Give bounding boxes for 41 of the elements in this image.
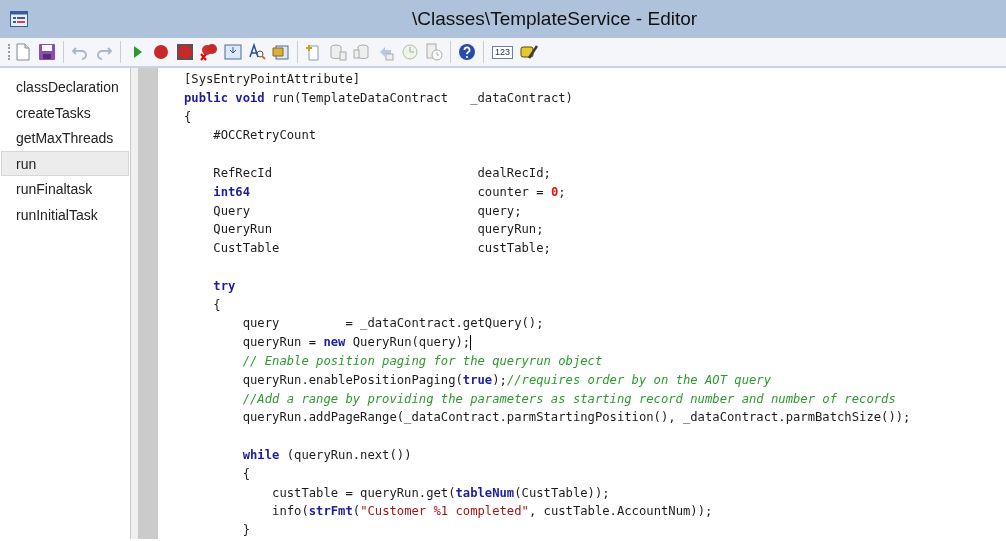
editor-app-icon[interactable] bbox=[10, 11, 28, 27]
help-icon[interactable] bbox=[457, 42, 477, 62]
database-icon[interactable] bbox=[352, 42, 372, 62]
record-icon[interactable] bbox=[151, 42, 171, 62]
panel-icon[interactable] bbox=[223, 42, 243, 62]
code-line: // Enable position paging for the queryrun object bbox=[241, 352, 604, 370]
code-line: query = _dataContract.getQuery(); bbox=[241, 315, 545, 333]
code-line: { bbox=[212, 296, 222, 314]
code-line: int64 counter = 0; bbox=[212, 183, 567, 201]
method-list-item[interactable]: classDeclaration bbox=[1, 74, 129, 100]
search-icon[interactable] bbox=[247, 42, 267, 62]
code-line: QueryRun queryRun; bbox=[212, 221, 545, 239]
window-title: \Classes\TemplateService - Editor bbox=[412, 8, 698, 29]
code-line: #OCCRetryCount bbox=[212, 127, 318, 145]
code-line: { bbox=[241, 465, 252, 483]
save-icon[interactable] bbox=[37, 42, 57, 62]
code-line: CustTable custTable; bbox=[212, 240, 552, 258]
code-line: queryRun.addPageRange(_dataContract.parmStartingPosition(), _dataContract.parmBatchSize()); bbox=[241, 409, 912, 427]
code-line: queryRun.enablePositionPaging(true);//requires order by on the AOT query bbox=[241, 371, 773, 389]
method-list-item[interactable]: getMaxThreads bbox=[1, 125, 129, 151]
method-list-item[interactable]: runInitialTask bbox=[1, 201, 129, 228]
number-format-button[interactable]: 123 bbox=[492, 45, 514, 59]
code-line: { bbox=[184, 108, 193, 126]
method-list-item[interactable]: run bbox=[1, 150, 129, 177]
code-line: //Add a range by providing the parameters as starting record number and number of records bbox=[241, 390, 897, 408]
method-list-item[interactable]: runFinaltask bbox=[1, 176, 129, 202]
code-line: queryRun = new QueryRun(query); bbox=[241, 334, 473, 352]
code-line: info(strFmt("Customer %1 completed", custTable.AccountNum)); bbox=[271, 503, 714, 521]
stop-icon[interactable] bbox=[175, 42, 195, 62]
code-line: try bbox=[212, 277, 237, 295]
method-list-item[interactable]: createTasks bbox=[1, 99, 129, 126]
database-icon[interactable] bbox=[328, 42, 348, 62]
breakpoints-clear-icon[interactable] bbox=[199, 42, 219, 62]
code-line: RefRecId dealRecId; bbox=[212, 165, 552, 182]
code-line: } bbox=[241, 522, 252, 540]
code-line: [SysEntryPointAttribute] bbox=[184, 71, 362, 88]
document-clock-icon[interactable] bbox=[424, 42, 444, 62]
code-line: public void run(TemplateDataContract _dataContract) bbox=[184, 89, 574, 107]
code-line: Query query; bbox=[212, 202, 523, 220]
code-line: while (queryRun.next()) bbox=[241, 446, 413, 464]
code-line: custTable = queryRun.get(tableNum(CustTable)); bbox=[271, 484, 611, 502]
